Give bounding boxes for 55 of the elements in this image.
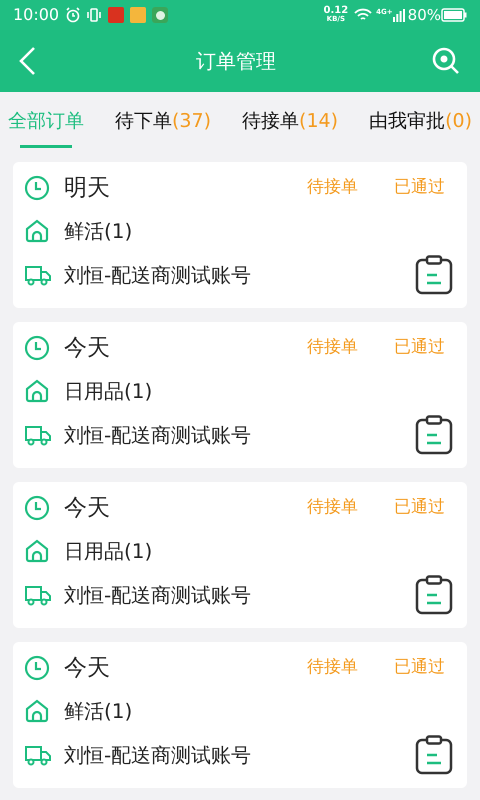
shop-name: 日用品(1) — [64, 538, 152, 565]
approval-status: 已通过 — [394, 656, 445, 680]
clipboard-icon[interactable] — [415, 575, 453, 615]
clipboard-icon[interactable] — [415, 735, 453, 775]
clock-icon — [24, 175, 50, 201]
shop-name: 鲜活(1) — [64, 218, 132, 245]
truck-icon — [24, 583, 52, 607]
filter-tab[interactable]: 由我审批(0) — [369, 92, 472, 150]
order-status: 待接单 — [307, 656, 358, 680]
filter-tab[interactable]: 待下单(37) — [115, 92, 212, 150]
page-title: 订单管理 — [196, 48, 276, 75]
truck-icon — [24, 263, 52, 287]
delivery-day: 今天 — [64, 650, 110, 686]
order-status: 待接单 — [307, 176, 358, 200]
home-icon — [24, 378, 50, 404]
truck-icon — [24, 743, 52, 767]
order-status: 待接单 — [307, 496, 358, 520]
wifi-icon — [354, 8, 372, 22]
clipboard-icon[interactable] — [415, 255, 453, 295]
delivery-day: 明天 — [64, 170, 110, 206]
carrier-name: 刘恒-配送商测试账号 — [64, 582, 252, 609]
game-notification-icon — [130, 7, 146, 23]
clock-time: 10:00 — [13, 4, 60, 26]
carrier-name: 刘恒-配送商测试账号 — [64, 262, 252, 289]
app-notification-icon — [108, 7, 124, 23]
carrier-name: 刘恒-配送商测试账号 — [64, 742, 252, 769]
clock-icon — [24, 495, 50, 521]
shop-name: 日用品(1) — [64, 378, 152, 405]
shop-name: 鲜活(1) — [64, 698, 132, 725]
order-card[interactable]: 今天 待接单 已通过 日用品(1) 刘恒-配送商测试账号 — [13, 322, 467, 468]
order-card[interactable]: 明天 待接单 已通过 鲜活(1) 刘恒-配送商测试账号 — [13, 162, 467, 308]
home-icon — [24, 698, 50, 724]
battery-percent: 80% — [408, 4, 441, 26]
home-icon — [24, 538, 50, 564]
battery-icon — [441, 8, 467, 22]
vibrate-icon — [86, 7, 102, 23]
chat-notification-icon — [152, 7, 168, 23]
carrier-name: 刘恒-配送商测试账号 — [64, 422, 252, 449]
clock-icon — [24, 335, 50, 361]
delivery-day: 今天 — [64, 330, 110, 366]
approval-status: 已通过 — [394, 336, 445, 360]
truck-icon — [24, 423, 52, 447]
order-card[interactable]: 今天 待接单 已通过 日用品(1) 刘恒-配送商测试账号 — [13, 482, 467, 628]
alarm-icon — [65, 7, 82, 23]
order-status: 待接单 — [307, 336, 358, 360]
approval-status: 已通过 — [394, 496, 445, 520]
clock-icon — [24, 655, 50, 681]
delivery-day: 今天 — [64, 490, 110, 526]
filter-tab[interactable]: 待接单(14) — [242, 92, 338, 150]
clipboard-icon[interactable] — [415, 415, 453, 455]
order-card[interactable]: 今天 待接单 已通过 鲜活(1) 刘恒-配送商测试账号 — [13, 642, 467, 788]
home-icon — [24, 218, 50, 244]
network-speed: 0.12 — [323, 6, 348, 15]
signal-icon — [392, 8, 405, 22]
approval-status: 已通过 — [394, 176, 445, 200]
